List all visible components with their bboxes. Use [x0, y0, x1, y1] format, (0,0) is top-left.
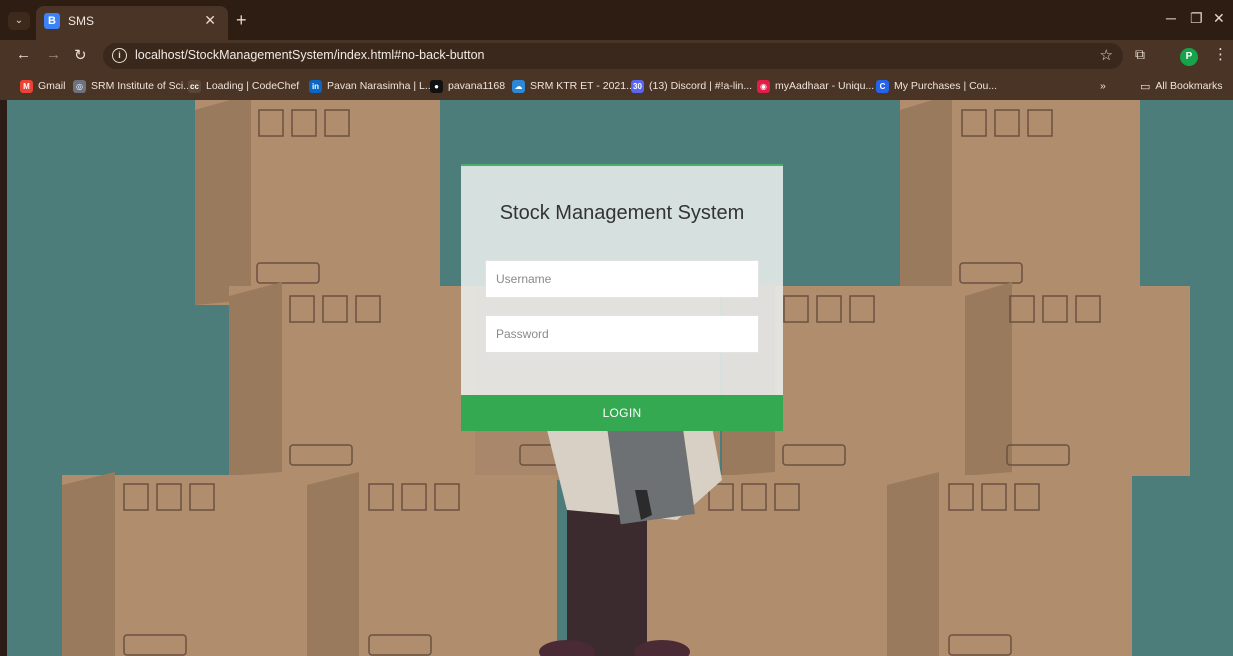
- bookmark-label: SRM Institute of Sci...: [91, 80, 192, 92]
- bookmark-label: Pavan Narasimha | L...: [327, 80, 434, 92]
- codechef-icon: cc: [188, 79, 201, 93]
- browser-toolbar: ← → ↻ i localhost/StockManagementSystem/…: [0, 40, 1233, 72]
- login-title: Stock Management System: [499, 202, 745, 224]
- cardboard-box-icon: [62, 472, 312, 656]
- cloud-icon: ☁: [512, 79, 525, 93]
- page-viewport: Stock Management System LOGIN: [7, 100, 1233, 656]
- folder-icon: ▭: [1140, 80, 1151, 93]
- bookmark-label: (13) Discord | #!a-lin...: [649, 80, 753, 92]
- forward-arrow-icon[interactable]: →: [46, 46, 61, 63]
- close-tab-icon[interactable]: ✕: [204, 12, 216, 29]
- password-input[interactable]: [485, 315, 759, 353]
- restore-icon[interactable]: ❐: [1190, 10, 1203, 27]
- all-bookmarks-label: All Bookmarks: [1155, 80, 1223, 92]
- tab-strip: ⌄ B SMS ✕ + ─ ❐ ✕: [0, 0, 1233, 40]
- cardboard-box-icon: [965, 282, 1190, 476]
- bookmark-item[interactable]: ● pavana1168: [430, 78, 505, 94]
- bookmark-item[interactable]: C My Purchases | Cou...: [876, 78, 997, 94]
- more-bookmarks-button[interactable]: »: [1100, 78, 1106, 94]
- bookmark-item[interactable]: 30 (13) Discord | #!a-lin...: [631, 78, 752, 94]
- tab-search-button[interactable]: ⌄: [8, 12, 30, 30]
- profile-avatar[interactable]: P: [1180, 48, 1198, 66]
- bookmark-label: Loading | CodeChef: [206, 80, 300, 92]
- gmail-icon: M: [20, 79, 33, 93]
- username-input[interactable]: [485, 260, 759, 298]
- login-button[interactable]: LOGIN: [461, 395, 783, 431]
- bookmark-item[interactable]: ◎ SRM Institute of Sci...: [73, 78, 192, 94]
- coursera-icon: C: [876, 79, 889, 93]
- bookmark-item[interactable]: cc Loading | CodeChef: [188, 78, 299, 94]
- github-icon: ●: [430, 79, 443, 93]
- all-bookmarks-button[interactable]: ▭ All Bookmarks: [1140, 78, 1223, 94]
- bookmark-item[interactable]: ☁ SRM KTR ET - 2021...: [512, 78, 635, 94]
- bookmark-label: My Purchases | Cou...: [894, 80, 998, 92]
- bookmark-item[interactable]: M Gmail: [20, 78, 65, 94]
- linkedin-icon: in: [309, 79, 322, 93]
- bookmarks-bar: » ▭ All Bookmarks M Gmail ◎ SRM Institute o…: [0, 72, 1233, 100]
- tab-favicon-icon: B: [44, 13, 60, 29]
- extensions-icon[interactable]: ⧉: [1135, 46, 1145, 63]
- discord-icon: 30: [631, 79, 644, 93]
- new-tab-button[interactable]: +: [236, 10, 247, 31]
- close-window-icon[interactable]: ✕: [1213, 10, 1225, 27]
- bookmark-label: myAadhaar - Uniqu...: [775, 80, 875, 92]
- cardboard-box-icon: [900, 100, 1140, 305]
- chevron-down-icon: ⌄: [14, 15, 24, 26]
- cardboard-box-icon: [229, 282, 489, 476]
- tab-title: SMS: [68, 14, 95, 28]
- bookmark-label: Gmail: [38, 80, 66, 92]
- menu-kebab-icon[interactable]: ⋮: [1213, 45, 1228, 63]
- bookmark-star-icon[interactable]: ☆: [1100, 46, 1113, 64]
- reload-icon[interactable]: ↻: [74, 46, 87, 64]
- cardboard-box-icon: [307, 472, 557, 656]
- cardboard-box-icon: [887, 472, 1132, 656]
- url-text[interactable]: localhost/StockManagementSystem/index.ht…: [135, 48, 485, 62]
- bookmark-label: pavana1168: [448, 80, 506, 92]
- globe-icon: ◎: [73, 79, 86, 93]
- address-bar[interactable]: i localhost/StockManagementSystem/index.…: [103, 43, 1123, 69]
- back-arrow-icon[interactable]: ←: [16, 46, 31, 63]
- tab-sms[interactable]: B SMS ✕: [36, 6, 228, 40]
- aadhaar-icon: ◉: [757, 79, 770, 93]
- site-info-icon[interactable]: i: [112, 48, 127, 63]
- login-card: Stock Management System LOGIN: [461, 164, 783, 431]
- bookmark-item[interactable]: ◉ myAadhaar - Uniqu...: [757, 78, 874, 94]
- bookmark-label: SRM KTR ET - 2021...: [530, 80, 635, 92]
- minimize-icon[interactable]: ─: [1166, 10, 1176, 26]
- bookmark-item[interactable]: in Pavan Narasimha | L...: [309, 78, 434, 94]
- cardboard-box-icon: [195, 100, 440, 305]
